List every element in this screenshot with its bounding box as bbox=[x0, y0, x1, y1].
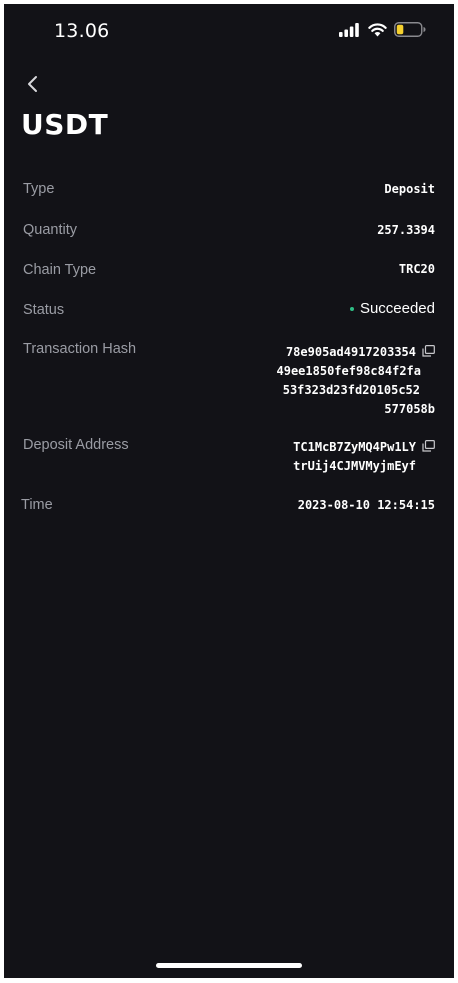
transaction-hash-label: Transaction Hash bbox=[23, 341, 137, 357]
status-icons bbox=[339, 22, 426, 37]
chain-type-label: Chain Type bbox=[23, 262, 97, 278]
wifi-icon bbox=[368, 23, 387, 37]
transaction-hash-line: 78e905ad4917203354 bbox=[277, 343, 436, 362]
deposit-address-line-text: TC1McB7ZyMQ4Pw1LY bbox=[293, 440, 416, 454]
deposit-address-value: TC1McB7ZyMQ4Pw1LY trUij4CJMVMyjmEyf bbox=[293, 438, 435, 476]
status-label: Status bbox=[23, 302, 65, 318]
chevron-left-icon bbox=[28, 76, 37, 92]
status-dot bbox=[349, 306, 354, 311]
type-label: Type bbox=[23, 181, 55, 197]
deposit-address-line: trUij4CJMVMyjmEyf bbox=[293, 459, 416, 473]
deposit-address-line: TC1McB7ZyMQ4Pw1LY bbox=[293, 438, 435, 457]
deposit-address-label: Deposit Address bbox=[23, 437, 129, 453]
battery-icon bbox=[394, 22, 426, 37]
transaction-hash-line: 53f323d23fd20105c52 bbox=[282, 383, 420, 397]
status-value-group: Succeeded bbox=[349, 300, 435, 317]
transaction-hash-value: 78e905ad4917203354 49ee1850fef98c84f2fa … bbox=[277, 343, 436, 419]
status-value: Succeeded bbox=[359, 300, 435, 317]
signal-icon bbox=[339, 22, 359, 37]
copy-icon[interactable] bbox=[422, 345, 435, 357]
quantity-label: Quantity bbox=[23, 222, 77, 238]
transaction-hash-line-text: 78e905ad4917203354 bbox=[285, 345, 416, 359]
time-value: 2023-08-10 12:54:15 bbox=[297, 498, 435, 512]
copy-icon[interactable] bbox=[422, 440, 435, 452]
type-value: Deposit bbox=[384, 182, 435, 196]
home-indicator[interactable] bbox=[156, 963, 302, 968]
back-button[interactable] bbox=[20, 70, 44, 98]
quantity-value: 257.3394 bbox=[377, 223, 435, 237]
page-title: USDT bbox=[21, 108, 109, 141]
transaction-hash-line: 577058b bbox=[384, 402, 435, 416]
transaction-hash-line: 49ee1850fef98c84f2fa bbox=[276, 364, 422, 378]
time-label: Time bbox=[21, 497, 53, 513]
app-screen: 13.06 USDT Type Deposit Quantity 257.339… bbox=[4, 4, 454, 978]
status-time: 13.06 bbox=[54, 20, 110, 42]
chain-type-value: TRC20 bbox=[398, 262, 435, 276]
